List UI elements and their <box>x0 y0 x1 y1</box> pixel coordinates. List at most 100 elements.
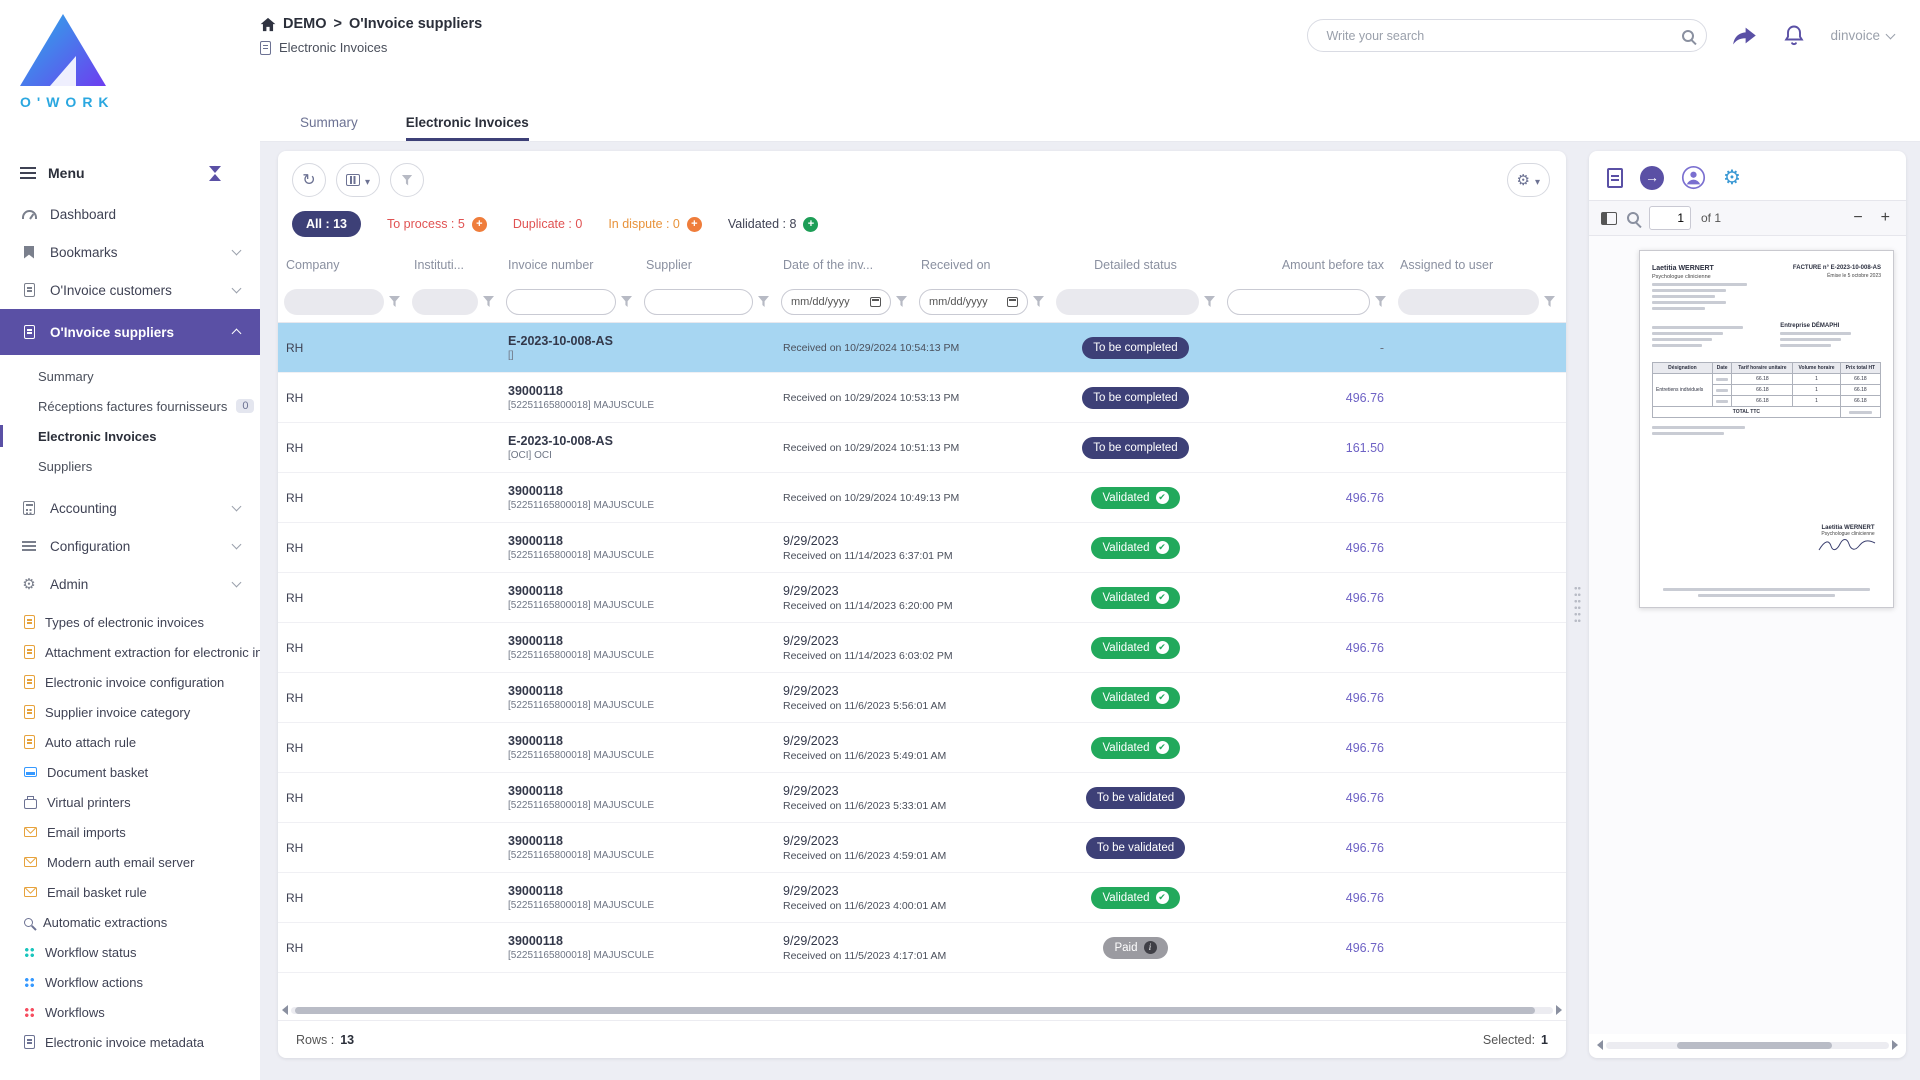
sidebar-item-dashboard[interactable]: Dashboard <box>0 195 260 233</box>
sidebar-admin-item[interactable]: Workflows <box>0 997 260 1027</box>
amount-link[interactable]: 496.76 <box>1346 541 1384 555</box>
pdf-viewport[interactable]: Laetitia WERNERT Psychologue clinicienne… <box>1589 236 1906 1034</box>
invoice-row[interactable]: RH 39000118 [52251165800018] MAJUSCULE R… <box>278 473 1566 523</box>
column-header[interactable]: Received on <box>913 249 1050 281</box>
filter-funnel-icon[interactable] <box>1033 296 1044 307</box>
amount-link[interactable]: 496.76 <box>1346 691 1384 705</box>
sidebar-admin-item[interactable]: Document basket <box>0 757 260 787</box>
table-settings-button[interactable] <box>1507 163 1550 197</box>
invoice-row[interactable]: RH 39000118 [52251165800018] MAJUSCULE 9… <box>278 773 1566 823</box>
invoice-row[interactable]: RH E-2023-10-008-AS [] Received on 10/29… <box>278 323 1566 373</box>
sidebar-toggle-icon[interactable] <box>1601 212 1617 225</box>
sidebar-menu-toggle[interactable]: Menu <box>0 151 260 195</box>
sidebar-subitem[interactable]: Summary <box>0 361 260 391</box>
filter-funnel-icon[interactable] <box>1544 296 1555 307</box>
scrollbar-track[interactable] <box>1606 1042 1889 1049</box>
scroll-right-icon[interactable] <box>1556 1005 1562 1015</box>
filter-funnel-icon[interactable] <box>389 296 400 307</box>
breadcrumb-section[interactable]: O'Invoice suppliers <box>349 16 482 32</box>
status-filter-chip[interactable]: Duplicate : 0 <box>513 217 582 231</box>
amount-link[interactable]: 496.76 <box>1346 491 1384 505</box>
amount-link[interactable]: 496.76 <box>1346 841 1384 855</box>
filter-input[interactable] <box>1407 294 1530 310</box>
status-filter-chip[interactable]: In dispute : 0 + <box>608 217 702 232</box>
global-search[interactable] <box>1307 19 1707 52</box>
column-header[interactable]: Invoice number <box>500 249 638 281</box>
user-circle-icon[interactable] <box>1681 165 1706 190</box>
filter-input-box[interactable] <box>506 289 616 315</box>
filter-input-box[interactable] <box>1056 289 1199 315</box>
sidebar-item-oinvoice-suppliers[interactable]: O'Invoice suppliers <box>0 309 260 355</box>
amount-link[interactable]: 496.76 <box>1346 641 1384 655</box>
sidebar-admin-item[interactable]: Email imports <box>0 817 260 847</box>
breadcrumb-home[interactable]: DEMO <box>283 16 327 32</box>
scroll-left-icon[interactable] <box>282 1005 288 1015</box>
sidebar-admin-item[interactable]: Modern auth email server <box>0 847 260 877</box>
refresh-button[interactable] <box>292 163 326 197</box>
user-menu[interactable]: dinvoice <box>1830 28 1894 43</box>
invoice-row[interactable]: RH 39000118 [52251165800018] MAJUSCULE 9… <box>278 823 1566 873</box>
sidebar-admin-item[interactable]: Workflow status <box>0 937 260 967</box>
sidebar-admin-item[interactable]: Electronic invoice configuration <box>0 667 260 697</box>
zoom-in-button[interactable] <box>1877 209 1894 227</box>
amount-link[interactable]: 496.76 <box>1346 891 1384 905</box>
sidebar-admin-item[interactable]: Automatic extractions <box>0 907 260 937</box>
sidebar-admin-item[interactable]: Email basket rule <box>0 877 260 907</box>
sidebar-item-bookmarks[interactable]: Bookmarks <box>0 233 260 271</box>
filter-input-box[interactable] <box>1398 289 1539 315</box>
column-header[interactable]: Detailed status <box>1050 249 1221 281</box>
column-header[interactable]: Date of the inv... <box>775 249 913 281</box>
filter-funnel-icon[interactable] <box>621 296 632 307</box>
sidebar-admin-item[interactable]: Auto attach rule <box>0 727 260 757</box>
open-document-icon[interactable] <box>1640 166 1664 190</box>
scrollbar-thumb[interactable] <box>1677 1042 1833 1049</box>
column-header[interactable]: Assigned to user <box>1392 249 1561 281</box>
panel-resize-handle[interactable] <box>1574 585 1581 625</box>
filter-input-box[interactable] <box>1227 289 1370 315</box>
invoice-row[interactable]: RH 39000118 [52251165800018] MAJUSCULE 9… <box>278 873 1566 923</box>
invoice-row[interactable]: RH 39000118 [52251165800018] MAJUSCULE 9… <box>278 623 1566 673</box>
invoice-row[interactable]: RH 39000118 [52251165800018] MAJUSCULE 9… <box>278 923 1566 973</box>
invoice-row[interactable]: RH 39000118 [52251165800018] MAJUSCULE 9… <box>278 573 1566 623</box>
column-header[interactable]: Company <box>278 249 406 281</box>
sidebar-admin-item[interactable]: Types of electronic invoices <box>0 607 260 637</box>
sidebar-subitem[interactable]: Réceptions factures fournisseurs 0 <box>0 391 260 421</box>
calendar-icon[interactable] <box>870 297 881 307</box>
status-filter-chip[interactable]: To process : 5 + <box>387 217 487 232</box>
filter-input-box[interactable] <box>412 289 478 315</box>
scrollbar-track[interactable] <box>291 1007 1553 1014</box>
sidebar-item-accounting[interactable]: Accounting <box>0 489 260 527</box>
home-icon[interactable] <box>260 17 276 32</box>
sidebar-subitem[interactable]: Electronic Invoices <box>0 421 260 451</box>
sidebar-admin-item[interactable]: Virtual printers <box>0 787 260 817</box>
scroll-right-icon[interactable] <box>1892 1040 1898 1050</box>
hourglass-icon[interactable] <box>209 166 222 181</box>
filter-input-box[interactable] <box>644 289 753 315</box>
search-icon[interactable] <box>1682 30 1694 42</box>
pdf-horizontal-scrollbar[interactable] <box>1597 1038 1898 1052</box>
filter-funnel-icon[interactable] <box>896 296 907 307</box>
invoice-row[interactable]: RH 39000118 [52251165800018] MAJUSCULE 9… <box>278 723 1566 773</box>
filter-funnel-icon[interactable] <box>1204 296 1215 307</box>
zoom-out-button[interactable] <box>1849 209 1866 227</box>
filter-input[interactable] <box>654 294 743 310</box>
columns-button[interactable] <box>336 163 380 197</box>
amount-link[interactable]: 496.76 <box>1346 941 1384 955</box>
table-horizontal-scrollbar[interactable] <box>282 1002 1562 1018</box>
amount-link[interactable]: 496.76 <box>1346 741 1384 755</box>
column-header[interactable]: Instituti... <box>406 249 500 281</box>
scroll-left-icon[interactable] <box>1597 1040 1603 1050</box>
amount-link[interactable]: 496.76 <box>1346 591 1384 605</box>
status-filter-chip[interactable]: All : 13 <box>292 211 361 237</box>
scrollbar-thumb[interactable] <box>295 1007 1535 1014</box>
sidebar-admin-item[interactable]: Workflow actions <box>0 967 260 997</box>
column-header[interactable]: Amount before tax <box>1221 249 1392 281</box>
invoice-row[interactable]: RH 39000118 [52251165800018] MAJUSCULE R… <box>278 373 1566 423</box>
status-filter-chip[interactable]: Validated : 8 + <box>728 217 819 232</box>
invoice-row[interactable]: RH 39000118 [52251165800018] MAJUSCULE 9… <box>278 523 1566 573</box>
amount-link[interactable]: - <box>1380 341 1384 355</box>
filter-input-box[interactable]: mm/dd/yyyy <box>781 289 891 315</box>
share-icon[interactable] <box>1731 23 1758 48</box>
tab-electronic-invoices[interactable]: Electronic Invoices <box>406 115 529 141</box>
pdf-search-icon[interactable] <box>1627 212 1639 224</box>
